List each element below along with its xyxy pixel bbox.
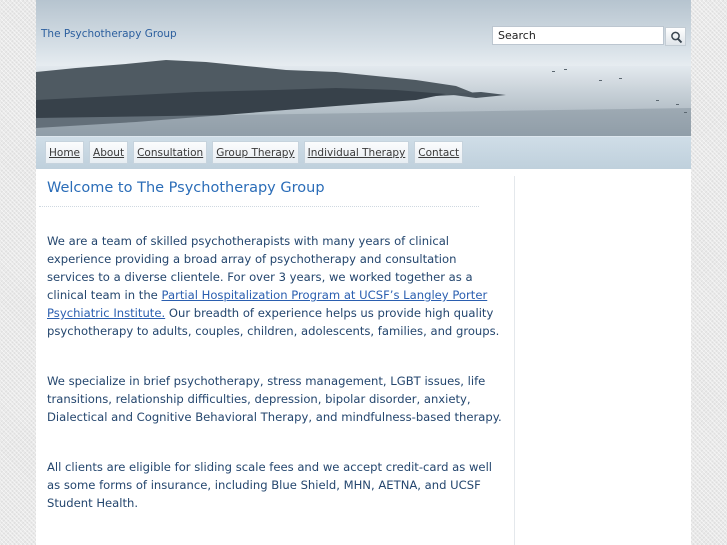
fees-paragraph: All clients are eligible for sliding sca…	[47, 460, 493, 510]
search-input[interactable]: Search	[492, 26, 664, 45]
nav-item-about[interactable]: About	[89, 141, 129, 164]
intro-paragraph: We are a team of skilled psychotherapist…	[47, 232, 502, 340]
search-button[interactable]	[665, 27, 686, 46]
magnifier-icon	[671, 31, 683, 44]
page-title: Welcome to The Psychotherapy Group	[47, 180, 325, 196]
nav-list: Home About Consultation Group Therapy In…	[45, 141, 464, 164]
specialties-paragraph: We specialize in brief psychotherapy, st…	[47, 374, 502, 424]
page-container: The Psychotherapy Group Search Home Abou…	[36, 0, 691, 545]
site-title[interactable]: The Psychotherapy Group	[41, 28, 177, 40]
title-divider	[39, 206, 479, 207]
sidebar-divider	[514, 176, 515, 545]
coastline-banner-image	[36, 0, 691, 136]
nav-item-consultation[interactable]: Consultation	[133, 141, 208, 164]
nav-item-group-therapy[interactable]: Group Therapy	[212, 141, 299, 164]
nav-item-contact[interactable]: Contact	[414, 141, 464, 164]
header-banner: The Psychotherapy Group Search	[36, 0, 691, 136]
main-navigation: Home About Consultation Group Therapy In…	[36, 136, 691, 169]
main-content: Welcome to The Psychotherapy Group We ar…	[39, 172, 502, 510]
nav-item-individual-therapy[interactable]: Individual Therapy	[303, 141, 410, 164]
nav-item-home[interactable]: Home	[45, 141, 85, 164]
